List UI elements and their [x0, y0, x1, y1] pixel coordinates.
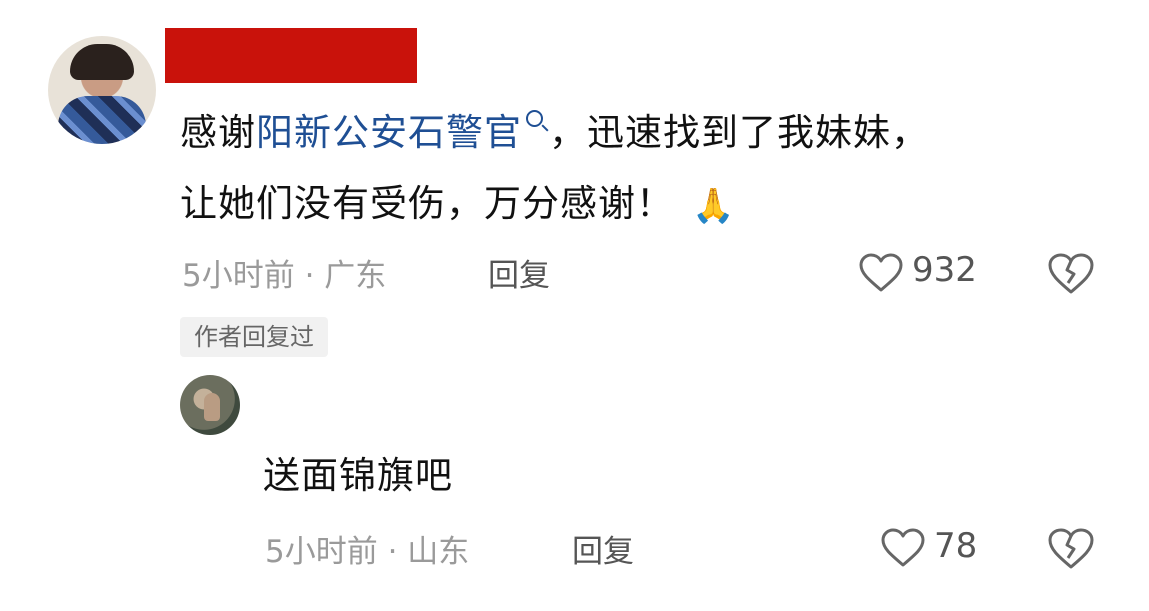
comment-meta: 5小时前 · 广东 — [182, 258, 387, 294]
like-count: 932 — [912, 250, 977, 290]
mention-link[interactable]: 阳新公安石警官 — [256, 111, 522, 154]
reply-reply-button[interactable]: 回复 — [572, 526, 634, 571]
reply-avatar[interactable] — [180, 375, 240, 435]
reply-text: 送面锦旗吧 — [263, 454, 453, 497]
broken-heart-icon[interactable] — [1046, 252, 1096, 296]
comment-text-line-1: 感谢阳新公安石警官 ，迅速找到了我妹妹， — [180, 98, 929, 168]
avatar-hair — [70, 44, 134, 80]
reply-button[interactable]: 回复 — [488, 250, 550, 295]
commenter-avatar[interactable] — [48, 36, 156, 144]
author-replied-badge: 作者回复过 — [180, 317, 328, 357]
search-icon[interactable] — [526, 110, 543, 127]
heart-outline-icon[interactable] — [880, 528, 926, 568]
comment-text-line-2: 让她们没有受伤，万分感谢！ 🙏 — [180, 169, 735, 241]
comment-text-after-link: ，迅速找到了我妹妹， — [549, 111, 929, 154]
comment-text-prefix: 感谢 — [180, 111, 256, 154]
avatar-figure — [204, 393, 220, 421]
pray-emoji: 🙏 — [692, 185, 736, 226]
reply-meta: 5小时前 · 山东 — [265, 534, 470, 570]
redacted-username — [165, 28, 417, 83]
reply-like-count: 78 — [934, 526, 978, 566]
broken-heart-icon[interactable] — [1046, 527, 1096, 571]
comment-text-line2: 让她们没有受伤，万分感谢！ — [180, 182, 674, 225]
avatar-scarf — [58, 96, 146, 144]
heart-outline-icon[interactable] — [858, 253, 904, 293]
